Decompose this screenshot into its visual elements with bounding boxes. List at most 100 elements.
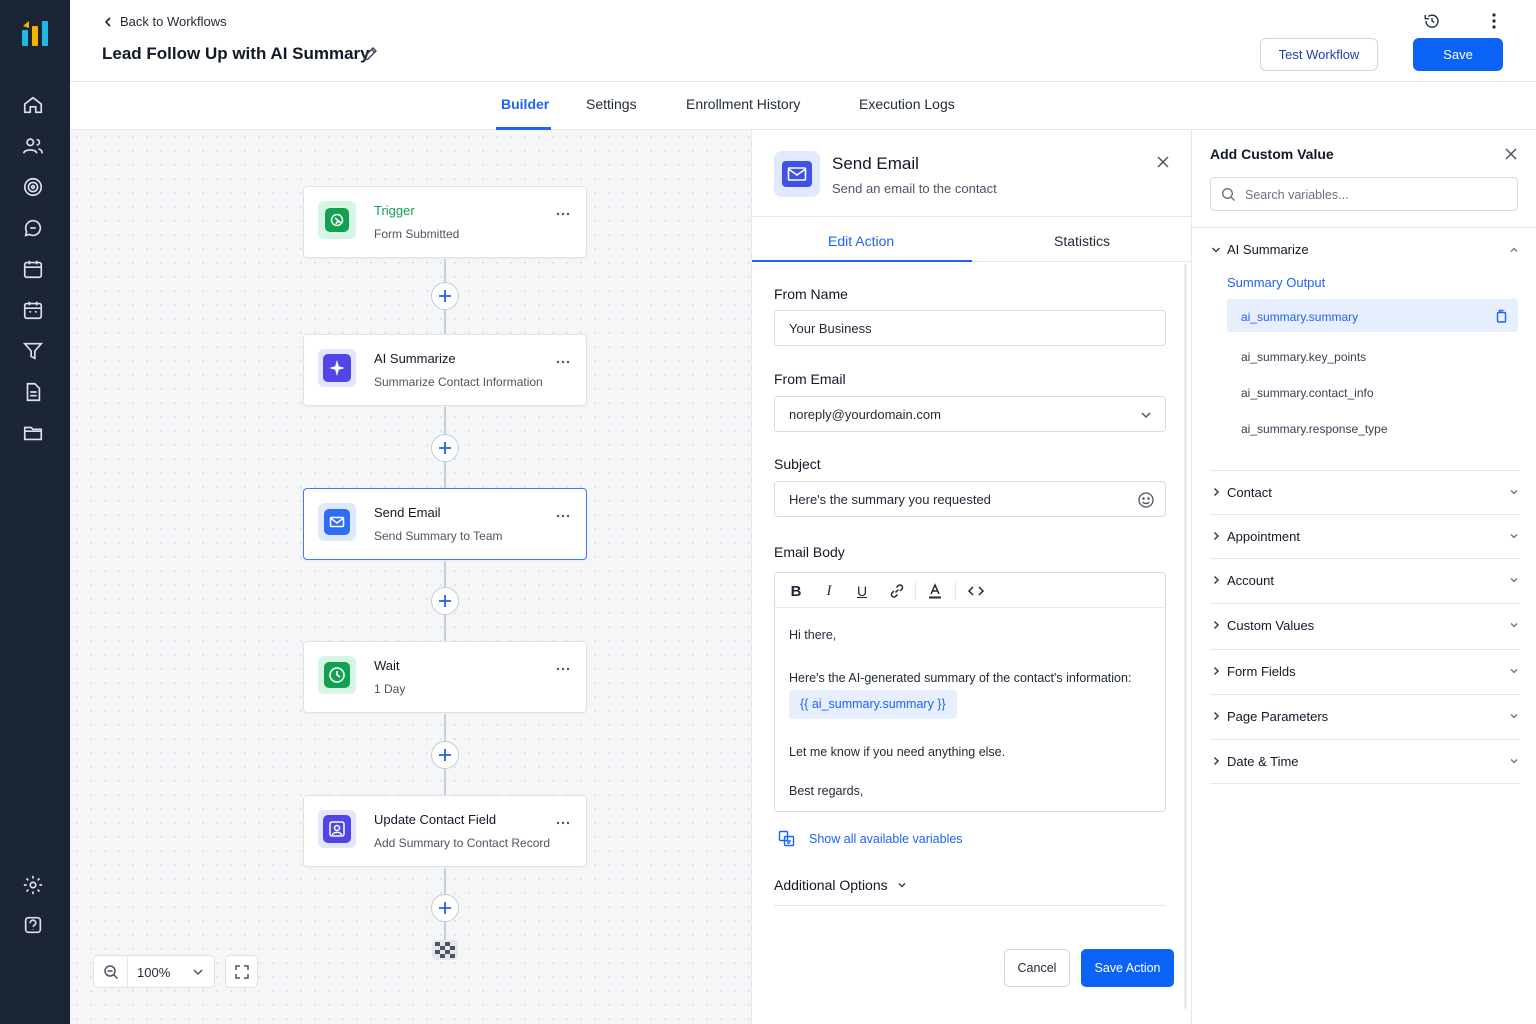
show-variables-link[interactable]: Show all available variables xyxy=(778,830,963,847)
workflow-node-send-email[interactable]: Send Email Send Summary to Team xyxy=(303,488,587,560)
tab-edit-action[interactable]: Edit Action xyxy=(828,233,894,249)
chevron-down-icon xyxy=(898,882,906,888)
from-name-input[interactable]: Your Business xyxy=(774,310,1166,346)
settings-gear-icon[interactable] xyxy=(22,874,44,896)
tab-settings[interactable]: Settings xyxy=(586,96,637,112)
history-icon[interactable] xyxy=(1423,12,1441,30)
chevron-up-icon xyxy=(1510,247,1518,252)
fit-to-screen-button[interactable] xyxy=(225,955,258,988)
category-form-fields[interactable]: Form Fields xyxy=(1210,649,1520,693)
active-tab-indicator xyxy=(752,260,972,262)
add-step-button[interactable] xyxy=(431,282,459,310)
additional-options-toggle[interactable]: Additional Options xyxy=(774,877,908,893)
plus-icon xyxy=(439,442,451,454)
underline-icon[interactable]: U xyxy=(853,582,871,600)
category-label: Contact xyxy=(1227,485,1272,500)
node-subtitle: Add Summary to Contact Record xyxy=(374,836,551,850)
italic-icon[interactable]: I xyxy=(820,582,838,600)
add-step-button[interactable] xyxy=(431,434,459,462)
document-icon[interactable] xyxy=(22,381,44,403)
add-step-button[interactable] xyxy=(431,587,459,615)
more-horizontal-icon[interactable] xyxy=(556,207,570,221)
summary-output-label: Summary Output xyxy=(1227,275,1326,290)
workflow-node-trigger[interactable]: Trigger Form Submitted xyxy=(303,186,587,258)
workflow-node-ai-summarize[interactable]: AI Summarize Summarize Contact Informati… xyxy=(303,334,587,406)
add-step-button[interactable] xyxy=(431,741,459,769)
tab-statistics[interactable]: Statistics xyxy=(1054,233,1110,249)
more-vertical-icon[interactable] xyxy=(1485,12,1503,30)
category-account[interactable]: Account xyxy=(1210,558,1520,602)
scrollbar[interactable] xyxy=(1184,264,1187,1009)
search-input[interactable] xyxy=(1245,185,1505,205)
test-workflow-button[interactable]: Test Workflow xyxy=(1260,38,1378,71)
chevron-right-icon xyxy=(1213,756,1220,766)
filter-icon[interactable] xyxy=(22,340,44,362)
variable-item[interactable]: ai_summary.summary xyxy=(1227,299,1518,332)
variable-item[interactable]: ai_summary.response_type xyxy=(1227,411,1518,444)
node-subtitle: Form Submitted xyxy=(374,227,460,241)
subject-input[interactable]: Here's the summary you requested xyxy=(774,481,1166,517)
tab-execution-logs[interactable]: Execution Logs xyxy=(859,96,955,112)
from-name-label: From Name xyxy=(774,286,848,302)
chevron-down-icon[interactable] xyxy=(191,965,205,979)
email-body-editor[interactable]: B I U Hi there, Here's the AI-generated … xyxy=(774,572,1166,812)
chevron-down-icon xyxy=(1510,490,1518,495)
zoom-level[interactable]: 100% xyxy=(137,965,170,980)
category-label: Account xyxy=(1227,573,1274,588)
category-custom-values[interactable]: Custom Values xyxy=(1210,603,1520,647)
node-title: Update Contact Field xyxy=(374,812,497,827)
category-contact[interactable]: Contact xyxy=(1210,470,1520,514)
help-box-icon[interactable] xyxy=(22,914,44,936)
close-icon[interactable] xyxy=(1155,154,1171,170)
divider xyxy=(774,905,1166,906)
more-horizontal-icon[interactable] xyxy=(556,816,570,830)
cancel-button[interactable]: Cancel xyxy=(1004,949,1070,987)
save-button[interactable]: Save xyxy=(1413,38,1503,71)
code-icon[interactable] xyxy=(967,582,985,600)
calendar-icon[interactable] xyxy=(22,258,44,280)
pencil-icon[interactable] xyxy=(361,45,379,63)
zoom-out-icon[interactable] xyxy=(103,964,119,980)
chevron-down-icon xyxy=(1510,578,1518,583)
add-step-button[interactable] xyxy=(431,894,459,922)
target-icon[interactable] xyxy=(22,176,44,198)
bold-icon[interactable]: B xyxy=(787,582,805,600)
category-label: Date & Time xyxy=(1227,754,1299,769)
folder-icon[interactable] xyxy=(22,422,44,444)
email-body-line: Here's the AI-generated summary of the c… xyxy=(789,671,1132,685)
chat-icon[interactable] xyxy=(22,217,44,239)
emoji-icon[interactable] xyxy=(1137,491,1155,509)
home-icon[interactable] xyxy=(22,94,44,116)
save-action-button[interactable]: Save Action xyxy=(1081,949,1174,987)
variable-chip[interactable]: {{ ai_summary.summary }} xyxy=(789,690,957,719)
tab-builder[interactable]: Builder xyxy=(501,96,549,112)
category-date-time[interactable]: Date & Time xyxy=(1210,739,1520,783)
variables-icon xyxy=(778,830,795,847)
workflow-canvas[interactable] xyxy=(70,130,751,1024)
category-appointment[interactable]: Appointment xyxy=(1210,514,1520,558)
additional-options-label: Additional Options xyxy=(774,877,888,893)
panel-tabs: Edit Action Statistics xyxy=(752,216,1193,262)
plus-icon xyxy=(439,902,451,914)
more-horizontal-icon[interactable] xyxy=(556,662,570,676)
back-to-workflows-link[interactable]: Back to Workflows xyxy=(102,14,227,29)
contacts-icon[interactable] xyxy=(22,135,44,157)
tab-enrollment-history[interactable]: Enrollment History xyxy=(686,96,800,112)
link-icon[interactable] xyxy=(888,582,906,600)
workflow-node-wait[interactable]: Wait 1 Day xyxy=(303,641,587,713)
schedule-icon[interactable] xyxy=(22,299,44,321)
more-horizontal-icon[interactable] xyxy=(556,355,570,369)
chevron-right-icon xyxy=(1213,487,1220,497)
text-color-icon[interactable] xyxy=(926,582,944,600)
from-email-select[interactable]: noreply@yourdomain.com xyxy=(774,396,1166,432)
clock-icon xyxy=(318,656,356,694)
close-icon[interactable] xyxy=(1504,147,1518,161)
copy-icon[interactable] xyxy=(1494,309,1508,323)
category-page-parameters[interactable]: Page Parameters xyxy=(1210,694,1520,738)
variable-item[interactable]: ai_summary.key_points xyxy=(1227,339,1518,372)
variable-item[interactable]: ai_summary.contact_info xyxy=(1227,375,1518,408)
workflow-node-update-contact[interactable]: Update Contact Field Add Summary to Cont… xyxy=(303,795,587,867)
back-label: Back to Workflows xyxy=(120,14,227,29)
more-horizontal-icon[interactable] xyxy=(556,509,570,523)
group-ai-summarize[interactable]: AI Summarize xyxy=(1210,240,1520,262)
